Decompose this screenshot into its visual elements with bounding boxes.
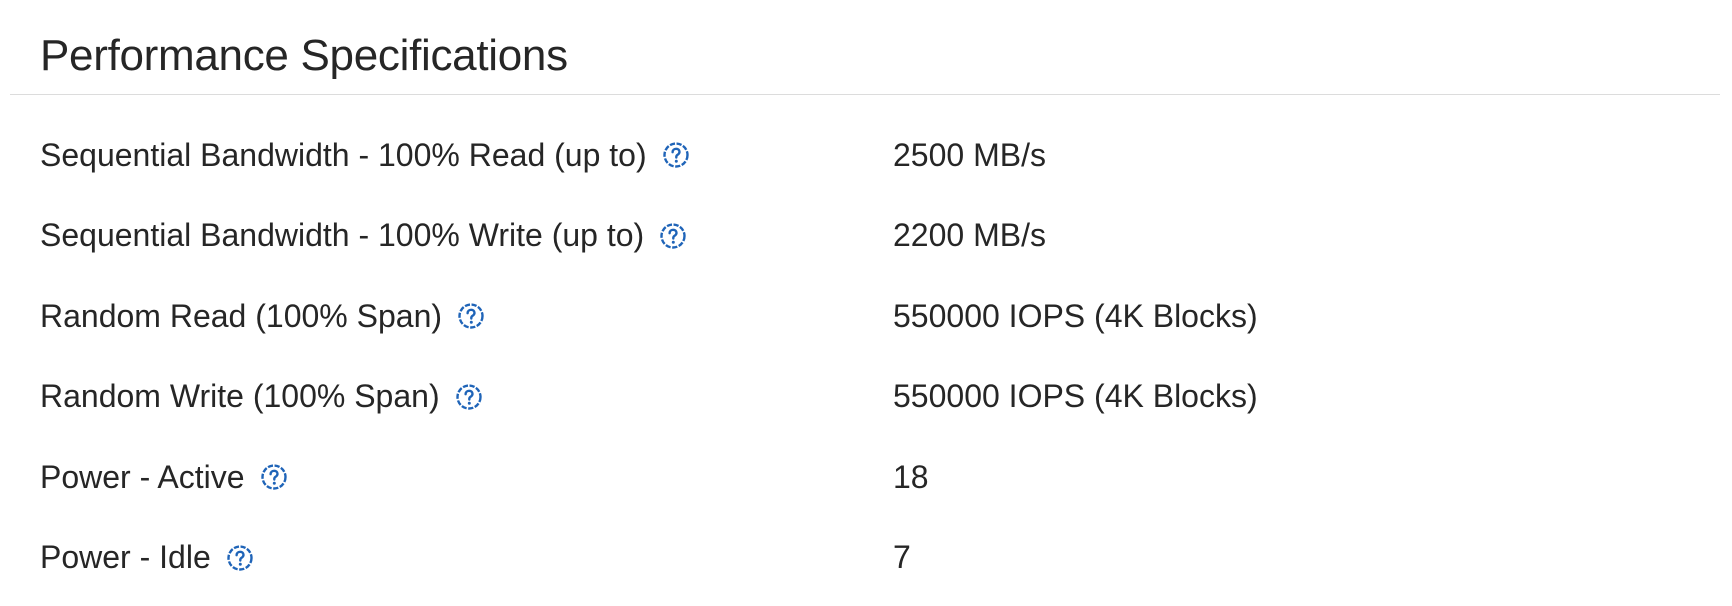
spec-label-wrapper: Power - Idle	[40, 518, 255, 599]
question-circle-icon[interactable]	[661, 140, 691, 170]
spec-label-wrapper: Random Read (100% Span)	[40, 276, 486, 357]
spec-value: 550000 IOPS (4K Blocks)	[893, 297, 1258, 334]
spec-label-wrapper: Sequential Bandwidth - 100% Write (up to…	[40, 196, 688, 277]
question-circle-icon[interactable]	[225, 543, 255, 573]
spec-row-random-read: Random Read (100% Span) 550000 IOPS (4K …	[10, 276, 1720, 357]
section-title: Performance Specifications	[40, 31, 568, 80]
spec-row-power-active: Power - Active 18	[10, 437, 1720, 518]
spec-value: 18	[893, 458, 929, 495]
spec-value: 2200 MB/s	[893, 217, 1046, 254]
question-circle-icon[interactable]	[259, 462, 289, 492]
spec-label: Random Write (100% Span)	[40, 378, 440, 415]
question-circle-icon[interactable]	[658, 221, 688, 251]
spec-value: 550000 IOPS (4K Blocks)	[893, 378, 1258, 415]
spec-label-wrapper: Random Write (100% Span)	[40, 357, 484, 438]
performance-specifications-section: Performance Specifications Sequential Ba…	[10, 0, 1720, 598]
question-circle-icon[interactable]	[454, 382, 484, 412]
spec-label: Sequential Bandwidth - 100% Write (up to…	[40, 217, 645, 254]
spec-label: Random Read (100% Span)	[40, 297, 443, 334]
spec-label-wrapper: Power - Active	[40, 437, 289, 518]
question-circle-icon[interactable]	[456, 301, 486, 331]
spec-row-power-idle: Power - Idle 7	[10, 518, 1720, 599]
spec-value: 2500 MB/s	[893, 136, 1046, 173]
spec-row-sequential-write: Sequential Bandwidth - 100% Write (up to…	[10, 196, 1720, 277]
spec-list: Sequential Bandwidth - 100% Read (up to)…	[10, 95, 1720, 598]
spec-label: Sequential Bandwidth - 100% Read (up to)	[40, 136, 647, 173]
spec-label-wrapper: Sequential Bandwidth - 100% Read (up to)	[40, 115, 691, 196]
spec-row-sequential-read: Sequential Bandwidth - 100% Read (up to)…	[10, 115, 1720, 196]
spec-label: Power - Active	[40, 458, 245, 495]
spec-value: 7	[893, 539, 911, 576]
spec-row-random-write: Random Write (100% Span) 550000 IOPS (4K…	[10, 357, 1720, 438]
spec-label: Power - Idle	[40, 539, 211, 576]
